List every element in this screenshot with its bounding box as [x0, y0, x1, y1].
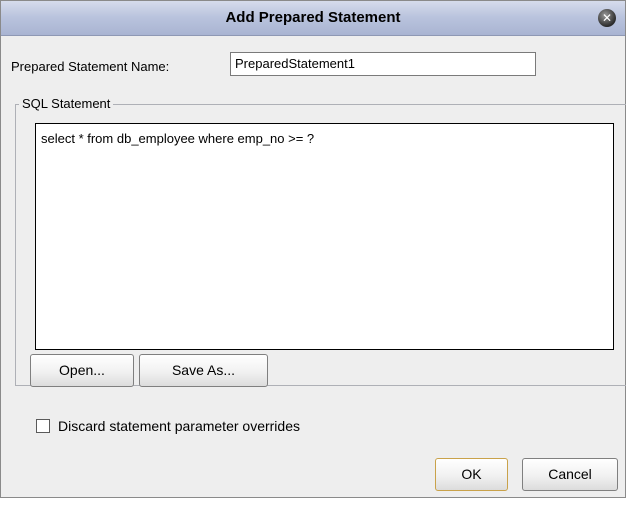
discard-overrides-label[interactable]: Discard statement parameter overrides	[58, 418, 300, 434]
statement-name-label: Prepared Statement Name:	[11, 59, 170, 74]
cancel-button[interactable]: Cancel	[522, 458, 618, 491]
save-as-button[interactable]: Save As...	[139, 354, 268, 387]
dialog-titlebar[interactable]: Add Prepared Statement ✕	[1, 1, 625, 36]
ok-button[interactable]: OK	[435, 458, 508, 491]
discard-overrides-checkbox[interactable]	[36, 419, 50, 433]
sql-statement-legend: SQL Statement	[19, 96, 114, 111]
open-button[interactable]: Open...	[30, 354, 134, 387]
dialog-title: Add Prepared Statement	[225, 9, 401, 26]
add-prepared-statement-dialog: Add Prepared Statement ✕ Prepared Statem…	[0, 0, 626, 498]
sql-statement-textarea[interactable]: select * from db_employee where emp_no >…	[35, 123, 614, 350]
statement-name-input[interactable]: PreparedStatement1	[230, 52, 536, 76]
close-icon[interactable]: ✕	[598, 9, 616, 27]
